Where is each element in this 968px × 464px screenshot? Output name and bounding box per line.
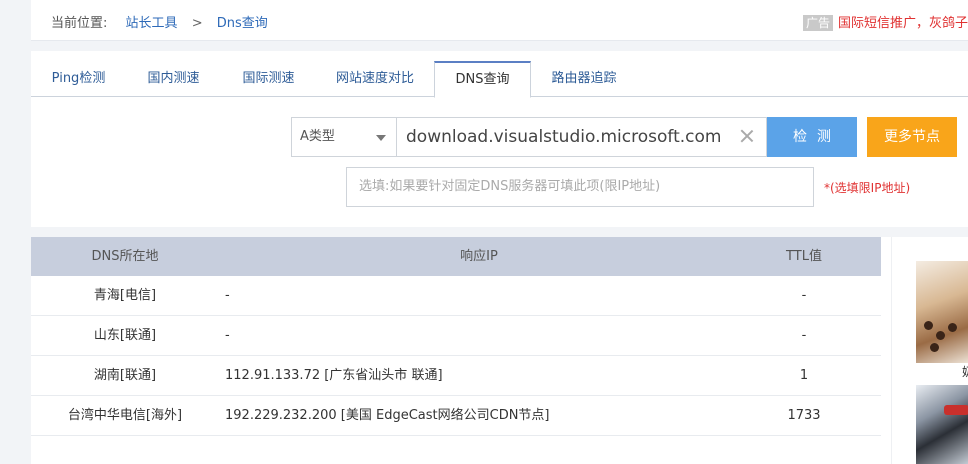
record-type-select[interactable]: A类型 xyxy=(291,117,397,157)
breadcrumb-prefix: 当前位置: xyxy=(51,16,108,31)
breadcrumb-bar: 当前位置: 站长工具 > Dns查询 广告 国际短信推广，灰鸽子 xyxy=(31,0,968,41)
dns-server-input[interactable]: 选填:如果要针对固定DNS服务器可填此项(限IP地址) xyxy=(346,167,814,207)
header-location: DNS所在地 xyxy=(91,249,159,264)
table-header: DNS所在地 响应IP TTL值 xyxy=(31,237,881,276)
header-ip: 响应IP xyxy=(460,249,498,264)
cell-ip: 192.229.232.200 [美国 EdgeCast网络公司CDN节点] xyxy=(225,408,550,423)
tab-traceroute[interactable]: 路由器追踪 xyxy=(531,61,637,97)
ad-thumbnail-drink[interactable] xyxy=(916,261,968,363)
table-row: 湖南[联通] 112.91.133.72 [广东省汕头市 联通] 1 xyxy=(31,356,881,396)
tab-international-speed[interactable]: 国际测速 xyxy=(221,61,316,97)
ad-tag: 广告 xyxy=(802,15,833,31)
pearl-shape xyxy=(936,331,945,340)
domain-input[interactable]: download.visualstudio.microsoft.com xyxy=(397,117,767,157)
sidebar-ads: 奶 xyxy=(891,237,968,464)
cell-location: 青海[电信] xyxy=(93,288,157,303)
car-accent-shape xyxy=(944,405,968,415)
breadcrumb: 当前位置: 站长工具 > Dns查询 xyxy=(51,12,268,31)
tab-ping[interactable]: Ping检测 xyxy=(31,61,126,97)
breadcrumb-link-dns[interactable]: Dns查询 xyxy=(217,16,268,31)
cell-ip: - xyxy=(225,328,230,343)
chevron-down-icon xyxy=(376,135,386,141)
cell-ttl: 1 xyxy=(799,368,809,383)
tab-speed-compare[interactable]: 网站速度对比 xyxy=(316,61,434,97)
check-button[interactable]: 检测 xyxy=(767,117,857,157)
cell-location: 台湾中华电信[海外] xyxy=(67,408,183,423)
cell-location: 山东[联通] xyxy=(93,328,157,343)
header-ttl: TTL值 xyxy=(786,249,822,264)
ad-text[interactable]: 国际短信推广，灰鸽子 xyxy=(838,16,968,31)
dns-server-hint: *(选填限IP地址) xyxy=(824,181,911,195)
cell-ttl: 1733 xyxy=(787,408,821,423)
table-row: 台湾中华电信[海外] 192.229.232.200 [美国 EdgeCast网… xyxy=(31,396,881,436)
breadcrumb-link-tools[interactable]: 站长工具 xyxy=(126,16,178,31)
tab-domestic-speed[interactable]: 国内测速 xyxy=(126,61,221,97)
breadcrumb-separator: > xyxy=(191,16,203,31)
main-panel: Ping检测 国内测速 国际测速 网站速度对比 DNS查询 路由器追踪 A类型 … xyxy=(31,51,968,464)
pearl-shape xyxy=(930,343,939,352)
ad-banner[interactable]: 广告 国际短信推广，灰鸽子 xyxy=(802,12,968,31)
results-table: DNS所在地 响应IP TTL值 青海[电信] - - 山东[联通] - - 湖… xyxy=(31,237,881,436)
pearl-shape xyxy=(924,321,933,330)
more-nodes-button[interactable]: 更多节点 xyxy=(867,117,957,157)
cell-ttl: - xyxy=(801,328,807,343)
tab-dns-query[interactable]: DNS查询 xyxy=(434,61,531,98)
tab-bar: Ping检测 国内测速 国际测速 网站速度对比 DNS查询 路由器追踪 xyxy=(31,61,968,98)
close-icon[interactable] xyxy=(739,128,755,144)
cell-ip: 112.91.133.72 [广东省汕头市 联通] xyxy=(225,368,443,383)
table-row: 青海[电信] - - xyxy=(31,276,881,316)
ad-thumbnail-caption[interactable]: 奶 xyxy=(962,363,968,380)
cell-location: 湖南[联通] xyxy=(93,368,157,383)
cell-ip: - xyxy=(225,288,230,303)
pearl-shape xyxy=(948,323,957,332)
cell-ttl: - xyxy=(801,288,807,303)
ad-thumbnail-car[interactable] xyxy=(916,385,968,464)
table-row: 山东[联通] - - xyxy=(31,316,881,356)
section-divider xyxy=(31,227,968,237)
record-type-value: A类型 xyxy=(300,129,335,144)
